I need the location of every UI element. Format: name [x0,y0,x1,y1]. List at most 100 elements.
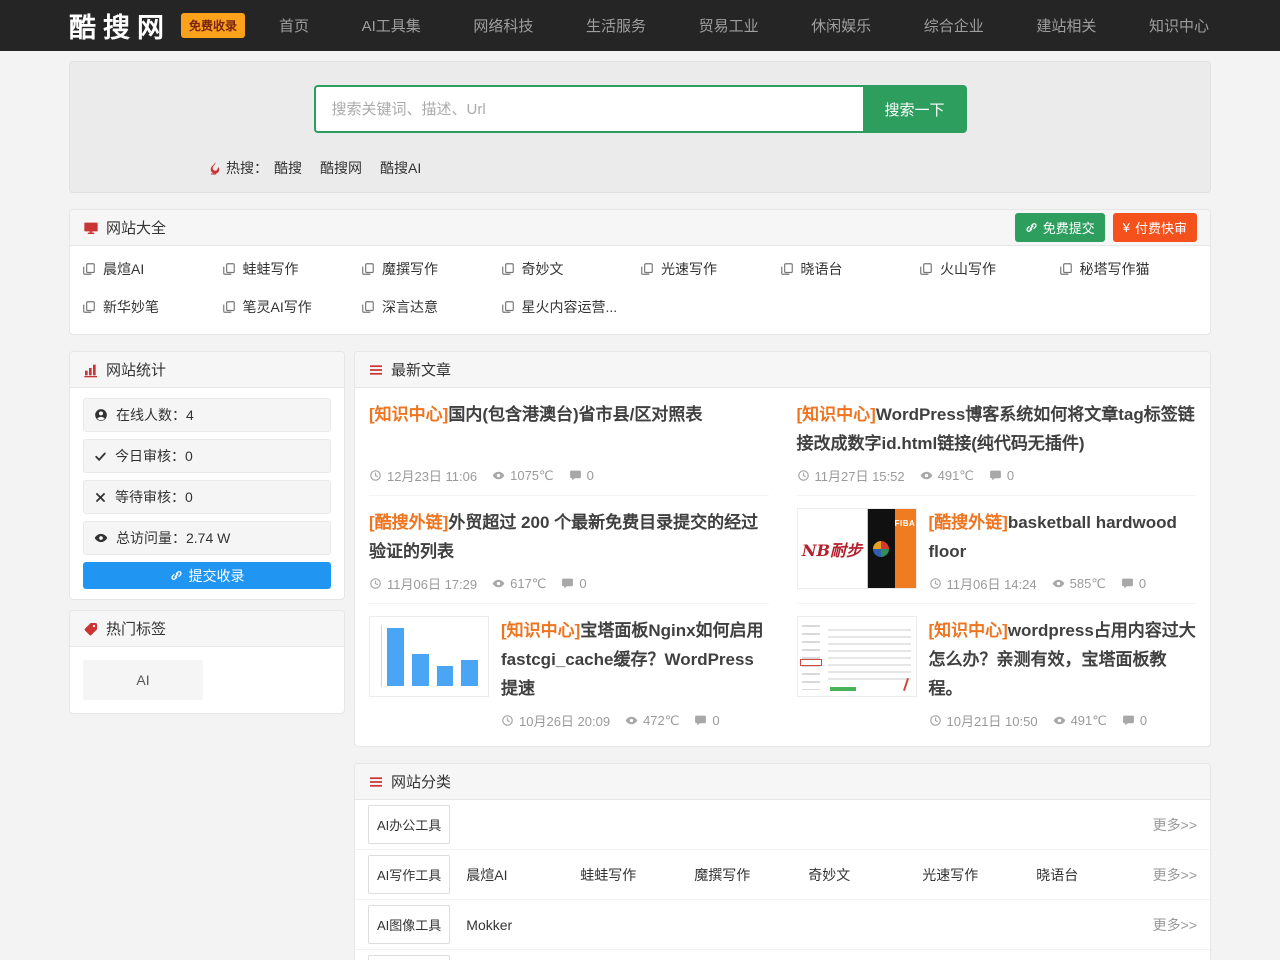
site-link[interactable]: 晓语台 [780,250,920,288]
nav-item-life-services[interactable]: 生活服务 [584,9,648,42]
nav-item-entertainment[interactable]: 休闲娱乐 [809,9,873,42]
site-link[interactable]: 秘塔写作猫 [1059,250,1199,288]
flame-icon [208,161,222,175]
search-input[interactable] [314,85,863,133]
copy-icon [222,300,236,314]
more-link[interactable]: 更多>> [1153,915,1197,935]
stat-reviewed-today: 今日审核：0 [83,439,331,473]
site-link[interactable]: 奇妙文 [501,250,641,288]
more-link[interactable]: 更多>> [1153,815,1197,835]
site-directory-header: 网站大全 免费提交 ¥ 付费快审 [70,210,1210,246]
site-grid: 晨煊AI 蛙蛙写作 魔撰写作 奇妙文 光速写作 晓语台 火山写作 秘塔写作猫 新… [70,246,1210,334]
copy-icon [361,262,375,276]
site-logo[interactable]: 酷搜网 [69,6,171,45]
site-link[interactable]: 奇妙文 [808,865,922,885]
category-row: AI办公工具 更多>> [355,800,1210,850]
article-thumbnail[interactable] [369,616,489,697]
copy-icon [501,300,515,314]
nav-item-site-building[interactable]: 建站相关 [1034,9,1098,42]
hot-search-row: 热搜： 酷搜 酷搜网 酷搜AI [208,158,1210,178]
category-label[interactable]: AI视频工具 [368,955,450,960]
eye-icon [492,469,505,482]
comment-icon [1121,577,1134,590]
paid-review-button[interactable]: ¥ 付费快审 [1113,213,1197,242]
site-link[interactable]: Mokker [466,917,580,933]
stat-pending-review: 等待审核：0 [83,480,331,514]
category-label[interactable]: AI办公工具 [368,805,450,844]
article-title[interactable]: [知识中心]WordPress博客系统如何将文章tag标签链接改成数字id.ht… [797,400,1197,458]
site-link[interactable]: 笔灵AI写作 [222,288,362,326]
site-link[interactable]: 晓语台 [1036,865,1150,885]
nav-item-network-tech[interactable]: 网络科技 [471,9,535,42]
sidebar: 网站统计 在线人数：4 今日审核：0 等待审核：0 [69,335,345,714]
search-button[interactable]: 搜索一下 [863,85,967,133]
article-title[interactable]: [知识中心]国内(包含港澳台)省市县/区对照表 [369,400,769,429]
main-nav: 首页 AI工具集 网络科技 生活服务 贸易工业 休闲娱乐 综合企业 建站相关 知… [277,9,1211,42]
clock-icon [501,714,514,727]
yen-icon: ¥ [1123,220,1130,235]
navbar: 酷搜网 免费收录 首页 AI工具集 网络科技 生活服务 贸易工业 休闲娱乐 综合… [0,0,1280,51]
site-link[interactable]: 蛙蛙写作 [580,865,694,885]
eye-icon [920,469,933,482]
latest-articles-title: 最新文章 [391,359,451,380]
thumb-brand-text: NB耐步 [798,509,868,588]
more-link[interactable]: 更多>> [1153,865,1197,885]
article-category: [知识中心] [929,621,1008,640]
bar-chart-icon [83,362,99,378]
nav-item-trade-industry[interactable]: 贸易工业 [697,9,761,42]
site-link[interactable]: 星火内容运营... [501,288,641,326]
copy-icon [222,262,236,276]
free-submit-button[interactable]: 免费提交 [1015,213,1105,242]
site-link[interactable]: 新华妙笔 [82,288,222,326]
article-item: [酷搜外链]外贸超过 200 个最新免费目录提交的经过验证的列表 11月06日 … [369,496,769,604]
clock-icon [929,714,942,727]
article-meta: 11月06日 14:24 585℃ 0 [929,566,1197,593]
eye-icon [625,714,638,727]
hot-search-link[interactable]: 酷搜AI [380,158,421,178]
comment-icon [989,469,1002,482]
nav-item-enterprise[interactable]: 综合企业 [922,9,986,42]
hot-search-link[interactable]: 酷搜 [274,158,302,178]
hot-tags-header: 热门标签 [70,611,344,647]
article-title[interactable]: [酷搜外链]basketball hardwood floor [929,508,1197,566]
article-title[interactable]: [知识中心]宝塔面板Nginx如何启用fastcgi_cache缓存？WordP… [501,616,769,703]
site-link[interactable]: 魔撰写作 [361,250,501,288]
hot-search-link[interactable]: 酷搜网 [320,158,362,178]
site-categories-title: 网站分类 [391,771,451,792]
site-link[interactable]: 火山写作 [919,250,1059,288]
latest-articles-header: 最新文章 [355,352,1210,388]
article-item: [知识中心]wordpress占用内容过大怎么办？亲测有效，宝塔面板教程。 10… [797,604,1197,740]
eye-icon [1053,714,1066,727]
article-thumbnail[interactable]: NB耐步 FIBA [797,508,917,589]
copy-icon [501,262,515,276]
category-label[interactable]: AI写作工具 [368,855,450,894]
nav-item-knowledge[interactable]: 知识中心 [1147,9,1211,42]
comment-icon [1122,714,1135,727]
site-link[interactable]: 晨煊AI [466,865,580,885]
link-icon [170,569,183,582]
site-link[interactable]: 光速写作 [640,250,780,288]
site-link[interactable]: 蛙蛙写作 [222,250,362,288]
article-title[interactable]: [酷搜外链]外贸超过 200 个最新免费目录提交的经过验证的列表 [369,508,769,566]
article-thumbnail[interactable] [797,616,917,697]
site-link[interactable]: 魔撰写作 [694,865,808,885]
nav-item-ai-tools[interactable]: AI工具集 [360,9,423,42]
category-label[interactable]: AI图像工具 [368,905,450,944]
article-category: [知识中心] [369,405,448,424]
cross-icon [94,491,107,504]
tag-link-ai[interactable]: AI [83,660,203,700]
free-listing-badge[interactable]: 免费收录 [181,13,245,38]
article-title[interactable]: [知识中心]wordpress占用内容过大怎么办？亲测有效，宝塔面板教程。 [929,616,1197,703]
comment-icon [694,714,707,727]
stat-online-users: 在线人数：4 [83,398,331,432]
header-actions: 免费提交 ¥ 付费快审 [1015,213,1197,242]
hot-tags-title: 热门标签 [106,618,166,639]
site-link[interactable]: 晨煊AI [82,250,222,288]
submit-listing-button[interactable]: 提交收录 [83,562,331,589]
site-link[interactable]: 光速写作 [922,865,1036,885]
copy-icon [919,262,933,276]
nav-item-home[interactable]: 首页 [277,9,311,42]
article-category: [酷搜外链] [929,513,1008,532]
site-stats-header: 网站统计 [70,352,344,388]
site-link[interactable]: 深言达意 [361,288,501,326]
